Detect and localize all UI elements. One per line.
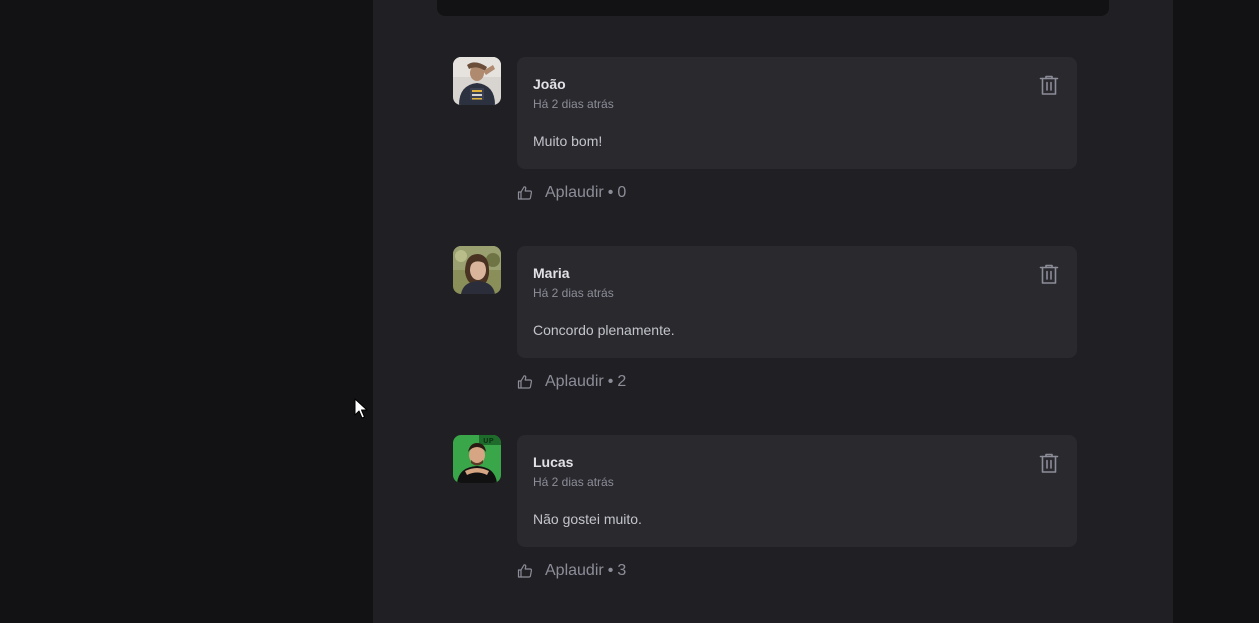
- applaud-separator: •: [607, 373, 614, 390]
- comment-box: Maria Há 2 dias atrás Concordo plenament…: [517, 246, 1077, 358]
- post-card: João Há 2 dias atrás Muito bom! Aplaudir…: [373, 0, 1173, 623]
- applaud-count: 2: [617, 373, 627, 390]
- author-name: Lucas: [533, 454, 574, 470]
- trash-icon: [1039, 75, 1059, 95]
- applaud-separator: •: [607, 562, 614, 579]
- delete-comment-button[interactable]: [1037, 262, 1061, 286]
- comment-time: Há 2 dias atrás: [533, 475, 614, 489]
- thumbs-up-icon: [517, 186, 533, 200]
- applaud-count: 3: [617, 562, 627, 579]
- delete-comment-button[interactable]: [1037, 451, 1061, 475]
- avatar: [453, 57, 501, 105]
- author-name: Maria: [533, 265, 570, 281]
- applaud-label: Aplaudir: [545, 562, 604, 579]
- delete-comment-button[interactable]: [1037, 73, 1061, 97]
- author-name: João: [533, 76, 566, 92]
- avatar: [453, 246, 501, 294]
- comment-time: Há 2 dias atrás: [533, 97, 614, 111]
- applaud-separator: •: [607, 184, 614, 201]
- comment: João Há 2 dias atrás Muito bom! Aplaudir…: [453, 57, 1077, 213]
- comment-content: Não gostei muito.: [533, 511, 642, 527]
- comment: Maria Há 2 dias atrás Concordo plenament…: [453, 246, 1077, 402]
- comment-content: Muito bom!: [533, 133, 603, 149]
- comment: UP Lucas Há 2 dias atrás Não gostei muit…: [453, 435, 1077, 591]
- svg-text:UP: UP: [483, 437, 494, 445]
- thumbs-up-icon: [517, 564, 533, 578]
- comment-box: João Há 2 dias atrás Muito bom!: [517, 57, 1077, 169]
- applaud-button[interactable]: Aplaudir • 2: [517, 372, 626, 392]
- thumbs-up-icon: [517, 375, 533, 389]
- applaud-count: 0: [617, 184, 627, 201]
- comment-time: Há 2 dias atrás: [533, 286, 614, 300]
- comment-box: Lucas Há 2 dias atrás Não gostei muito.: [517, 435, 1077, 547]
- avatar: UP: [453, 435, 501, 483]
- page: João Há 2 dias atrás Muito bom! Aplaudir…: [0, 0, 1259, 623]
- applaud-button[interactable]: Aplaudir • 0: [517, 183, 626, 203]
- applaud-label: Aplaudir: [545, 373, 604, 390]
- trash-icon: [1039, 453, 1059, 473]
- trash-icon: [1039, 264, 1059, 284]
- applaud-label: Aplaudir: [545, 184, 604, 201]
- applaud-button[interactable]: Aplaudir • 3: [517, 561, 626, 581]
- mouse-pointer-icon: [354, 398, 368, 419]
- comment-textarea[interactable]: [437, 0, 1109, 16]
- comment-content: Concordo plenamente.: [533, 322, 675, 338]
